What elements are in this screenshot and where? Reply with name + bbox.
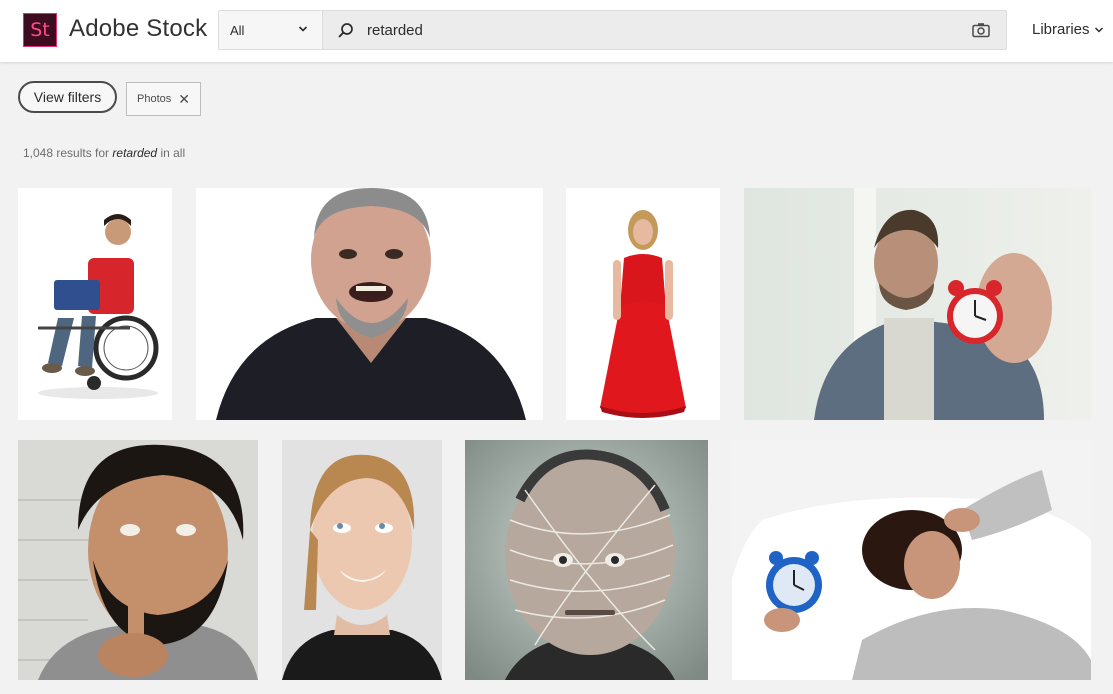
chevron-down-icon — [298, 26, 308, 32]
image-tile-smiling-woman[interactable] — [282, 440, 442, 680]
filter-chip-label: Photos — [137, 93, 172, 105]
top-bar: St Adobe Stock All retarded Libraries — [0, 0, 1113, 62]
camera-icon[interactable] — [972, 22, 990, 38]
image-tile-bearded-man-finger-nose[interactable] — [18, 440, 258, 680]
libraries-menu[interactable]: Libraries — [1032, 21, 1090, 38]
logo-text: St — [30, 19, 50, 41]
search-input[interactable]: retarded — [367, 22, 423, 39]
close-icon[interactable]: ✕ — [178, 92, 190, 106]
scope-label: All — [230, 23, 245, 38]
filter-chip-photos[interactable]: Photos ✕ — [126, 82, 201, 116]
adobe-stock-logo[interactable]: St — [23, 13, 57, 47]
results-query: retarded — [112, 146, 158, 160]
search-bar: All retarded — [218, 10, 1007, 50]
results-suffix: in all — [160, 146, 186, 160]
results-prefix: results for — [56, 146, 110, 160]
chevron-down-icon[interactable] — [1094, 26, 1104, 34]
image-tile-woman-in-bed-alarm-clock[interactable] — [732, 440, 1091, 680]
view-filters-button[interactable]: View filters — [18, 81, 117, 113]
image-tile-smiling-bearded-man[interactable] — [196, 188, 543, 420]
search-scope-dropdown[interactable]: All — [219, 11, 323, 49]
image-tile-boy-in-wheelchair[interactable] — [18, 188, 172, 420]
image-tile-man-with-red-alarm-clock[interactable] — [744, 188, 1091, 420]
results-summary: 1,048 results for retarded in all — [23, 146, 185, 160]
search-icon — [338, 23, 353, 38]
image-tile-man-face-string[interactable] — [465, 440, 708, 680]
brand-name[interactable]: Adobe Stock — [69, 15, 207, 43]
image-tile-girl-in-red-dress[interactable] — [566, 188, 720, 420]
results-count: 1,048 — [23, 146, 54, 160]
